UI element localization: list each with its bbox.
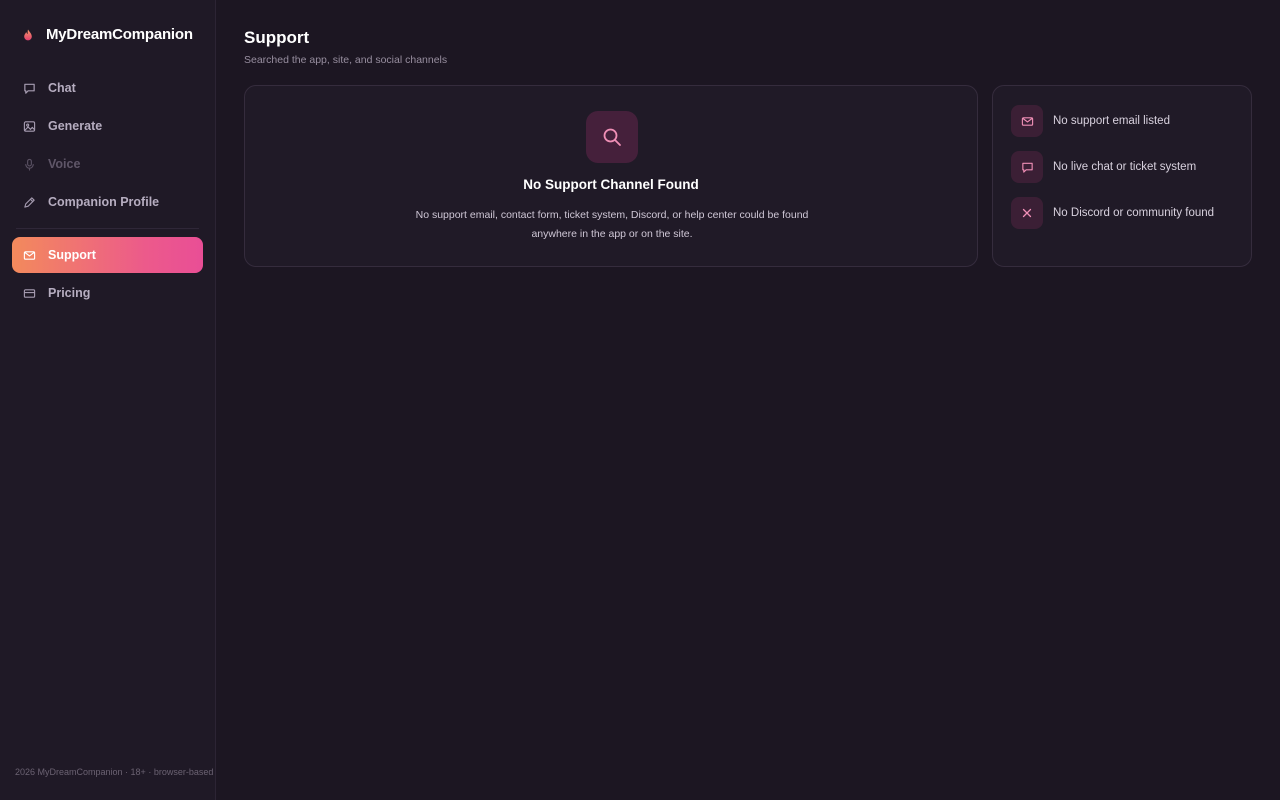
empty-state-description: No support email, contact form, ticket s…	[415, 209, 809, 240]
brand[interactable]: MyDreamCompanion	[20, 26, 193, 43]
close-icon	[1011, 197, 1043, 229]
chat-bubble-icon	[1011, 151, 1043, 183]
page-subtitle: Searched the app, site, and social chann…	[244, 54, 448, 66]
sidebar-item-generate[interactable]: Generate	[12, 108, 203, 144]
sidebar-item-label: Generate	[48, 119, 103, 133]
sidebar-nav: Chat Generate Voice Companion Profile Su…	[12, 70, 203, 313]
sidebar: MyDreamCompanion Chat Generate Voice Com…	[0, 0, 216, 800]
sidebar-item-label: Chat	[48, 81, 76, 95]
page-title: Support	[244, 28, 310, 47]
pencil-icon	[23, 196, 36, 209]
search-checklist-card: No support email listed No live chat or …	[992, 85, 1252, 267]
check-label: No Discord or community found	[1053, 207, 1215, 219]
chat-bubble-icon	[23, 82, 36, 95]
sidebar-item-label: Pricing	[48, 286, 91, 300]
sidebar-item-support[interactable]: Support	[12, 237, 203, 273]
sidebar-item-chat[interactable]: Chat	[12, 70, 203, 106]
search-icon	[586, 111, 638, 163]
sidebar-item-companion-profile[interactable]: Companion Profile	[12, 184, 203, 220]
sidebar-item-label: Support	[48, 248, 96, 262]
sidebar-footer: 2026 MyDreamCompanion · 18+ · browser-ba…	[15, 767, 214, 777]
image-icon	[23, 120, 36, 133]
check-row-discord: No Discord or community found	[1011, 197, 1214, 229]
flame-logo-icon	[20, 27, 36, 43]
credit-card-icon	[23, 287, 36, 300]
mail-icon	[23, 249, 36, 262]
brand-name: MyDreamCompanion	[46, 26, 193, 43]
mail-icon	[1011, 105, 1043, 137]
sidebar-item-label: Voice	[48, 157, 81, 171]
no-support-card: No Support Channel Found No support emai…	[244, 85, 978, 267]
microphone-icon	[23, 158, 36, 171]
check-row-live-chat: No live chat or ticket system	[1011, 151, 1196, 183]
main-content: Support Searched the app, site, and soci…	[216, 0, 1280, 800]
sidebar-item-label: Companion Profile	[48, 195, 160, 209]
sidebar-divider	[16, 228, 199, 229]
check-label: No support email listed	[1053, 115, 1170, 127]
sidebar-item-voice[interactable]: Voice	[12, 146, 203, 182]
app-root: MyDreamCompanion Chat Generate Voice Com…	[0, 0, 1280, 800]
empty-state-title: No Support Channel Found	[523, 177, 699, 192]
check-label: No live chat or ticket system	[1053, 161, 1197, 173]
sidebar-item-pricing[interactable]: Pricing	[12, 275, 203, 311]
check-row-email: No support email listed	[1011, 105, 1170, 137]
